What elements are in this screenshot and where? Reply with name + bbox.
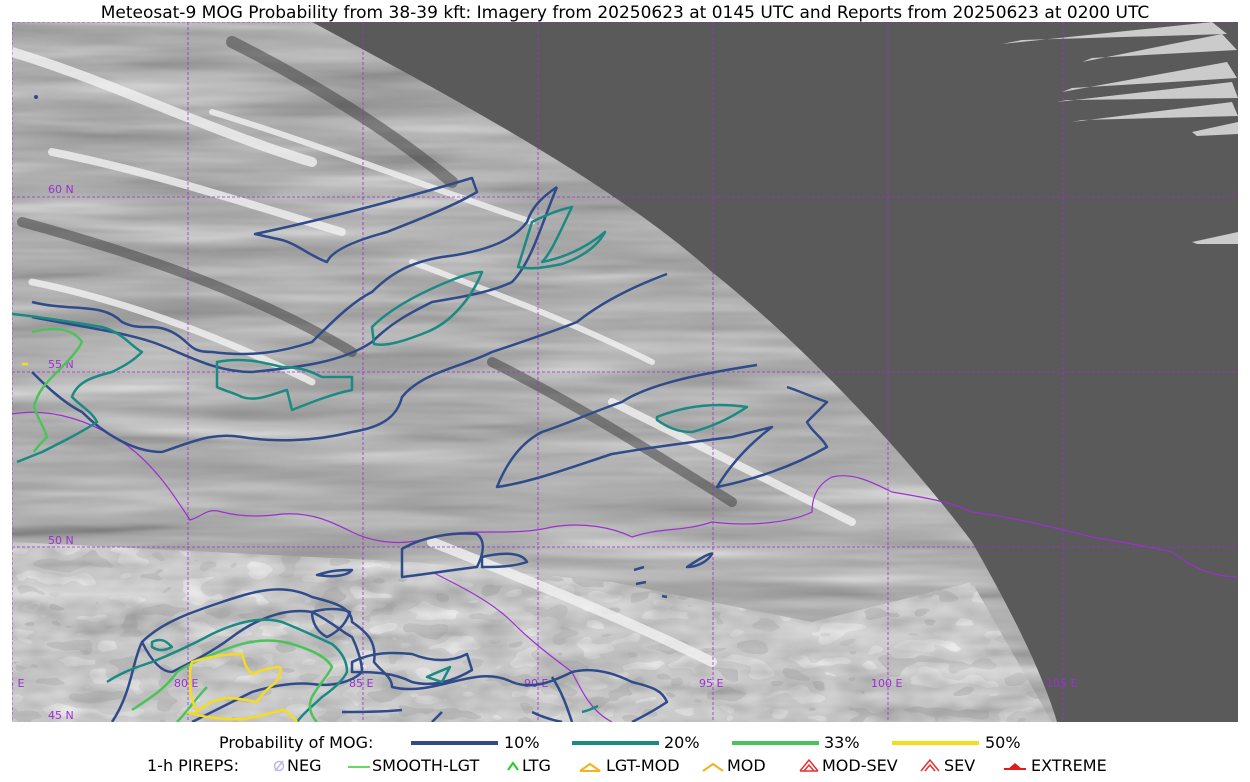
lon-label-95: 95 E	[699, 677, 723, 690]
swatch-33pct	[732, 741, 819, 745]
satellite-map[interactable]: 60 N 55 N 50 N 45 N 75 E 80 E 85 E 90 E …	[12, 22, 1238, 722]
legend-20pct-label: 20%	[664, 733, 700, 752]
lat-label-45: 45 N	[48, 709, 74, 722]
lgt-mod-icon	[579, 762, 601, 772]
extreme-icon	[1004, 763, 1026, 770]
legend-lgt-mod-label: LGT-MOD	[606, 756, 680, 775]
legend-sev-label: SEV	[944, 756, 976, 775]
ltg-icon	[507, 761, 519, 771]
legend-mod-sev-label: MOD-SEV	[822, 756, 898, 775]
lon-label-100: 100 E	[871, 677, 902, 690]
swatch-50pct	[892, 741, 979, 745]
pirep-legend-label: 1-h PIREPS:	[147, 756, 239, 775]
legend-smooth-lgt-label: SMOOTH-LGT	[372, 756, 480, 775]
lon-label-105: 105 E	[1046, 677, 1077, 690]
legend-extreme-label: EXTREME	[1031, 756, 1107, 775]
legend-mod-label: MOD	[727, 756, 766, 775]
lon-label-80: 80 E	[174, 677, 198, 690]
probability-legend-label: Probability of MOG:	[219, 733, 374, 752]
pirep-marker[interactable]	[34, 95, 38, 99]
lon-label-75: 75 E	[12, 677, 24, 690]
lat-label-50: 50 N	[48, 534, 74, 547]
legend-10pct-label: 10%	[504, 733, 540, 752]
legend-ltg-label: LTG	[522, 756, 551, 775]
smooth-lgt-icon	[348, 766, 370, 768]
sev-icon	[920, 758, 940, 772]
neg-icon	[273, 760, 285, 772]
swatch-10pct	[411, 741, 498, 745]
legend-33pct-label: 33%	[824, 733, 860, 752]
mod-icon	[702, 762, 724, 772]
mod-sev-icon	[799, 758, 819, 772]
lat-label-60: 60 N	[48, 183, 74, 196]
probability-legend: Probability of MOG: 10% 20% 33% 50%	[0, 733, 1250, 753]
pirep-legend: 1-h PIREPS: NEG SMOOTH-LGT LTG LGT-MOD M…	[0, 756, 1250, 776]
map-title: Meteosat-9 MOG Probability from 38-39 kf…	[100, 3, 1150, 23]
legend-neg-label: NEG	[287, 756, 322, 775]
swatch-20pct	[572, 741, 659, 745]
legend-50pct-label: 50%	[985, 733, 1021, 752]
